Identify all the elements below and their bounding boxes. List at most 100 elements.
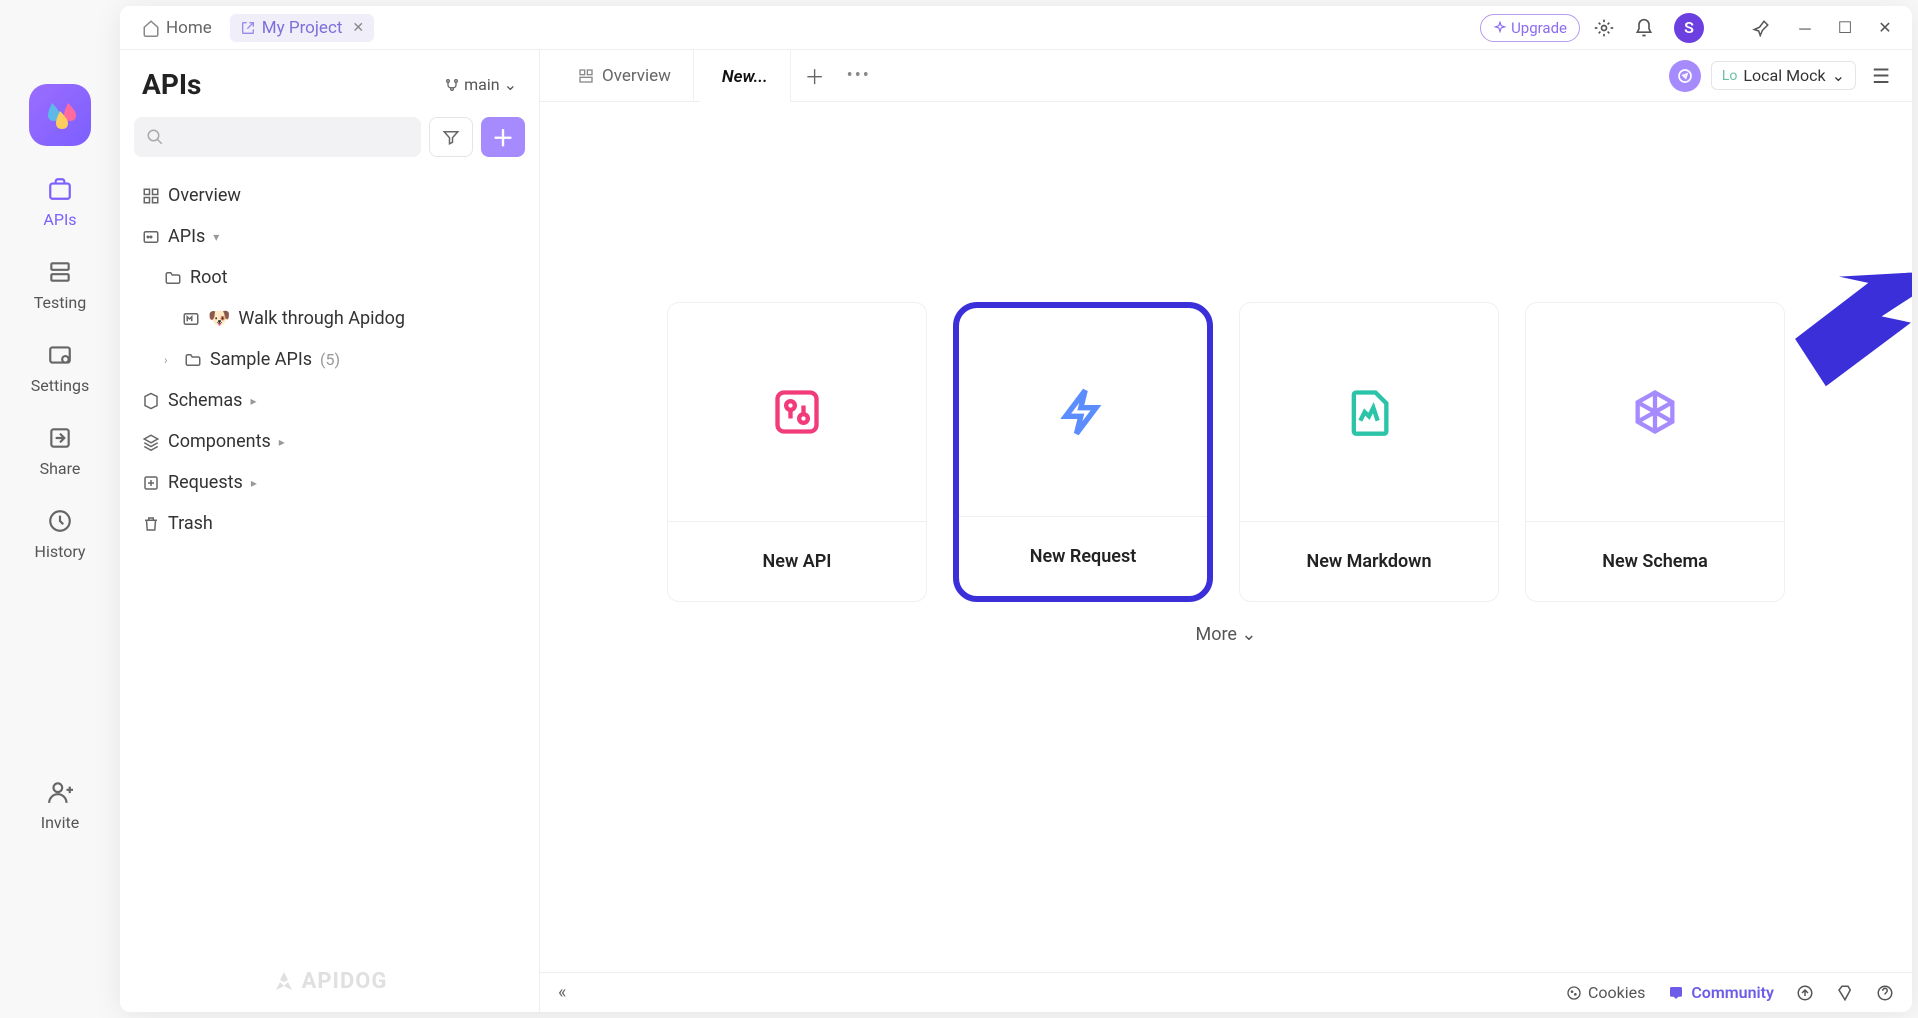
- avatar[interactable]: S: [1674, 13, 1704, 43]
- more-link[interactable]: More ⌄: [580, 624, 1872, 645]
- theme-icon[interactable]: [1836, 984, 1854, 1002]
- tree-schemas[interactable]: Schemas ▸: [134, 380, 525, 421]
- card-new-api[interactable]: New API: [667, 302, 927, 602]
- compass-icon: [1677, 68, 1693, 84]
- overview-tab-icon: [578, 68, 594, 84]
- tree-label: Walk through Apidog: [238, 308, 405, 329]
- environment-selector[interactable]: Lo Local Mock ⌄: [1711, 61, 1856, 90]
- window-maximize[interactable]: ☐: [1832, 18, 1858, 37]
- search-input[interactable]: [134, 117, 421, 157]
- env-label: Local Mock: [1743, 66, 1825, 85]
- markdown-card-icon: [1343, 386, 1395, 438]
- apidog-brand-icon: [272, 970, 296, 994]
- help-icon[interactable]: [1876, 984, 1894, 1002]
- tree-walkthrough[interactable]: 🐶 Walk through Apidog: [134, 298, 525, 339]
- tree-apis[interactable]: APIs ▾: [134, 216, 525, 257]
- tree-label: Requests: [168, 472, 243, 493]
- testing-icon: [45, 257, 75, 287]
- upgrade-label: Upgrade: [1511, 19, 1567, 37]
- tab-new[interactable]: New...: [700, 50, 791, 102]
- folder-icon: [184, 351, 202, 369]
- tree-label: Root: [190, 267, 228, 288]
- rail-item-apis[interactable]: APIs: [43, 174, 76, 229]
- requests-icon: [142, 474, 160, 492]
- tree-sample-apis[interactable]: › Sample APIs (5): [134, 339, 525, 380]
- overview-icon: [142, 187, 160, 205]
- close-project-tab[interactable]: ✕: [352, 20, 364, 36]
- main: Overview New... ＋ ••• Lo Local Mock ⌄: [540, 50, 1912, 1012]
- rail-item-history[interactable]: History: [35, 506, 86, 561]
- app-logo: [29, 84, 91, 146]
- upload-icon[interactable]: [1796, 984, 1814, 1002]
- cookies-link[interactable]: Cookies: [1566, 983, 1645, 1002]
- folder-icon: [164, 269, 182, 287]
- history-icon: [45, 506, 75, 536]
- env-prefix: Lo: [1722, 68, 1738, 84]
- rail-item-settings[interactable]: Settings: [31, 340, 89, 395]
- tree-count: (5): [320, 350, 340, 369]
- tree-label: Trash: [168, 513, 213, 534]
- rail-item-testing[interactable]: Testing: [34, 257, 86, 312]
- chevron-right-icon: ▸: [250, 394, 262, 408]
- quick-action-button[interactable]: [1669, 60, 1701, 92]
- trash-icon: [142, 515, 160, 533]
- rail-item-share[interactable]: Share: [40, 423, 81, 478]
- rail-label: Share: [40, 459, 81, 478]
- tree-trash[interactable]: Trash: [134, 503, 525, 544]
- tree-label: Overview: [168, 185, 241, 206]
- request-card-icon: [1057, 386, 1109, 438]
- bell-icon[interactable]: [1634, 18, 1660, 38]
- window-minimize[interactable]: －: [1792, 16, 1818, 40]
- tab-add[interactable]: ＋: [797, 61, 833, 90]
- card-label: New Markdown: [1306, 551, 1431, 572]
- api-card-icon: [771, 386, 823, 438]
- settings-gear-icon[interactable]: [1594, 18, 1620, 38]
- sidebar-title: APIs: [142, 68, 201, 101]
- schemas-icon: [142, 392, 160, 410]
- titlebar: Home My Project ✕ Upgrade S: [120, 6, 1912, 50]
- tree-components[interactable]: Components ▸: [134, 421, 525, 462]
- pin-icon[interactable]: [1752, 19, 1778, 37]
- card-new-schema[interactable]: New Schema: [1525, 302, 1785, 602]
- project-tab[interactable]: My Project ✕: [230, 14, 374, 42]
- rail-item-invite[interactable]: Invite: [41, 777, 80, 832]
- card-label: New Schema: [1602, 551, 1708, 572]
- annotation-arrow-icon: [1750, 232, 1912, 432]
- add-button[interactable]: ＋: [481, 117, 525, 157]
- sparkle-icon: [1493, 21, 1507, 35]
- tree-label: Components: [168, 431, 271, 452]
- card-new-markdown[interactable]: New Markdown: [1239, 302, 1499, 602]
- tree-root[interactable]: Root: [134, 257, 525, 298]
- tabs-row: Overview New... ＋ ••• Lo Local Mock ⌄: [540, 50, 1912, 102]
- share-icon: [45, 423, 75, 453]
- sidebar: APIs main ⌄ ＋ Overview: [120, 50, 540, 1012]
- card-new-request[interactable]: New Request: [953, 302, 1213, 602]
- tree-overview[interactable]: Overview: [134, 175, 525, 216]
- branch-icon: [444, 77, 460, 93]
- markdown-icon: [182, 310, 200, 328]
- tab-overview[interactable]: Overview: [556, 50, 694, 102]
- collapse-sidebar-icon[interactable]: «: [558, 982, 566, 1003]
- filter-button[interactable]: [429, 117, 473, 157]
- external-icon: [240, 20, 256, 36]
- card-label: New API: [763, 551, 832, 572]
- chevron-right-icon: ▸: [279, 435, 291, 449]
- tab-more[interactable]: •••: [839, 65, 879, 86]
- window-close[interactable]: ✕: [1872, 18, 1898, 37]
- upgrade-button[interactable]: Upgrade: [1480, 14, 1580, 42]
- rail-label: Testing: [34, 293, 86, 312]
- menu-icon[interactable]: ☰: [1866, 64, 1896, 88]
- dog-emoji-icon: 🐶: [208, 308, 230, 329]
- branch-selector[interactable]: main ⌄: [444, 75, 517, 94]
- schema-card-icon: [1629, 386, 1681, 438]
- components-icon: [142, 433, 160, 451]
- home-button[interactable]: Home: [134, 14, 220, 42]
- chevron-right-icon: ›: [164, 353, 176, 367]
- rail-label: Invite: [41, 813, 80, 832]
- community-link[interactable]: Community: [1667, 983, 1774, 1002]
- tab-label: New...: [722, 67, 768, 87]
- rail-label: History: [35, 542, 86, 561]
- tree-requests[interactable]: Requests ▸: [134, 462, 525, 503]
- card-label: New Request: [1030, 546, 1137, 567]
- cookie-icon: [1566, 985, 1582, 1001]
